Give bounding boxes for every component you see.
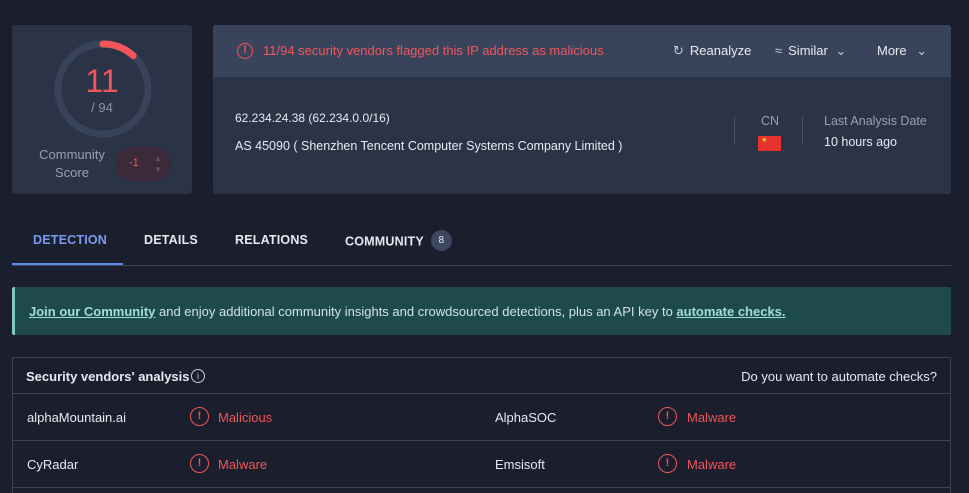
community-banner: Join our Community and enjoy additional … bbox=[12, 287, 951, 335]
alert-icon: ! bbox=[190, 407, 209, 426]
vendor-row: alphaMountain.ai ! Malicious AlphaSOC ! … bbox=[13, 395, 950, 441]
vendors-title: Security vendors' analysis bbox=[26, 369, 190, 384]
vendor-result: Malware bbox=[218, 457, 268, 472]
vendor-name: CyRadar bbox=[27, 457, 79, 472]
reanalyze-label: Reanalyze bbox=[689, 43, 752, 58]
divider bbox=[802, 117, 803, 145]
join-community-link[interactable]: Join our Community bbox=[29, 304, 155, 319]
country-code: CN bbox=[761, 114, 780, 128]
community-score-card: 11 / 94 Community Score -1 ▲ ▼ bbox=[12, 25, 192, 194]
banner-message: and enjoy additional community insights … bbox=[155, 304, 677, 319]
last-analysis-label: Last Analysis Date bbox=[824, 114, 927, 128]
detection-alert: 11/94 security vendors flagged this IP a… bbox=[263, 43, 604, 58]
more-button[interactable]: More ⌄ bbox=[877, 43, 927, 59]
banner-text: Join our Community and enjoy additional … bbox=[29, 304, 786, 319]
active-tab-indicator bbox=[12, 263, 123, 265]
vendor-row: CyRadar ! Malware Emsisoft ! Malware bbox=[13, 442, 950, 488]
ip-summary-card: ! 11/94 security vendors flagged this IP… bbox=[213, 25, 951, 194]
vendors-header: Security vendors' analysis i Do you want… bbox=[13, 358, 950, 394]
vendor-name: AlphaSOC bbox=[495, 410, 557, 425]
vote-down-icon[interactable]: ▼ bbox=[153, 166, 163, 174]
vendor-result: Malicious bbox=[218, 410, 273, 425]
tab-community-label: COMMUNITY bbox=[345, 234, 424, 249]
similar-button[interactable]: ≈ Similar ⌄ bbox=[775, 43, 846, 59]
automate-checks-link[interactable]: automate checks. bbox=[676, 304, 785, 319]
china-flag-icon: ★ bbox=[758, 136, 781, 151]
alert-icon: ! bbox=[237, 43, 253, 59]
vendor-name: alphaMountain.ai bbox=[27, 410, 127, 425]
community-score-label: Community Score bbox=[39, 147, 105, 180]
autonomous-system: AS 45090 ( Shenzhen Tencent Computer Sys… bbox=[235, 139, 623, 153]
community-vote-value: -1 bbox=[129, 157, 139, 169]
divider bbox=[734, 117, 735, 145]
community-count-badge: 8 bbox=[430, 230, 452, 251]
summary-header: ! 11/94 security vendors flagged this IP… bbox=[213, 25, 951, 77]
tab-community[interactable]: COMMUNITY 8 bbox=[345, 230, 452, 251]
community-vote-pill: -1 ▲ ▼ bbox=[115, 147, 171, 181]
similar-icon: ≈ bbox=[775, 43, 783, 58]
more-label: More bbox=[877, 43, 907, 58]
vendor-name: Emsisoft bbox=[495, 457, 545, 472]
detection-count: 11 bbox=[85, 63, 119, 99]
chevron-down-icon: ⌄ bbox=[835, 43, 847, 58]
tab-bar: DETECTION DETAILS RELATIONS COMMUNITY 8 bbox=[12, 216, 951, 266]
vote-up-icon[interactable]: ▲ bbox=[153, 155, 163, 163]
tab-details[interactable]: DETAILS bbox=[144, 233, 198, 247]
tab-relations[interactable]: RELATIONS bbox=[235, 233, 308, 247]
reanalyze-button[interactable]: ↻ Reanalyze bbox=[673, 43, 751, 59]
vendors-analysis: Security vendors' analysis i Do you want… bbox=[12, 357, 951, 493]
ip-address: 62.234.24.38 (62.234.0.0/16) bbox=[235, 111, 390, 125]
last-analysis-value: 10 hours ago bbox=[824, 135, 897, 149]
info-icon[interactable]: i bbox=[191, 369, 205, 383]
alert-icon: ! bbox=[658, 407, 677, 426]
similar-label: Similar bbox=[788, 43, 828, 58]
vendor-total: / 94 bbox=[91, 100, 113, 115]
vendor-result: Malware bbox=[687, 410, 737, 425]
automate-checks-prompt[interactable]: Do you want to automate checks? bbox=[741, 369, 937, 384]
alert-icon: ! bbox=[190, 454, 209, 473]
alert-icon: ! bbox=[658, 454, 677, 473]
vendor-result: Malware bbox=[687, 457, 737, 472]
tab-detection[interactable]: DETECTION bbox=[33, 233, 107, 247]
chevron-down-icon: ⌄ bbox=[916, 43, 928, 58]
refresh-icon: ↻ bbox=[673, 43, 684, 58]
